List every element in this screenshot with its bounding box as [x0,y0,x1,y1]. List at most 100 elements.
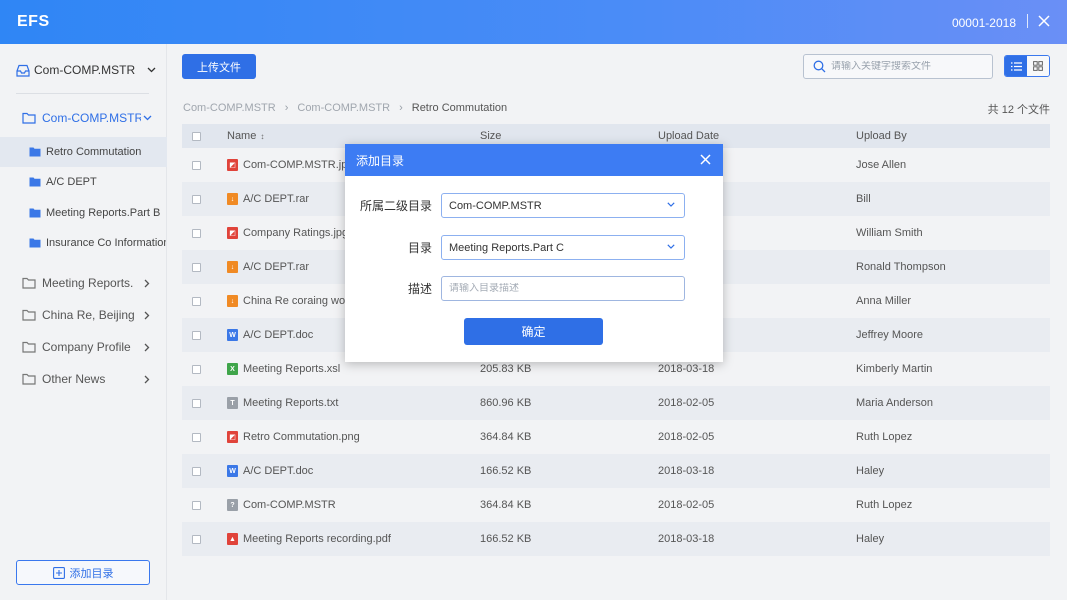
confirm-button[interactable]: 确定 [464,318,603,345]
cell-date: 2018-02-05 [658,499,715,511]
sidebar-sub-item-ac-dept[interactable]: A/C DEPT [0,167,167,197]
list-view-icon[interactable] [1005,56,1027,76]
row-checkbox[interactable] [192,296,201,306]
sidebar-sub-item-retro-commutation[interactable]: Retro Commutation [0,137,167,167]
column-date: Upload Date [658,130,720,142]
breadcrumb-item[interactable]: Com-COMP.MSTR [183,102,276,114]
sidebar-folder-label: China Re, Beijing [42,308,135,322]
cell-uploader: Haley [856,465,885,477]
file-name[interactable]: A/C DEPT.rar [243,261,309,273]
grid-view-icon[interactable] [1027,56,1049,76]
file-name[interactable]: China Re coraing wor [243,295,349,307]
row-checkbox[interactable] [192,330,201,340]
file-name[interactable]: Meeting Reports.txt [243,397,338,409]
search-input[interactable] [831,61,986,72]
cell-date: 2018-03-18 [658,363,715,375]
breadcrumb-item[interactable]: Com-COMP.MSTR [297,102,390,114]
folder-icon [29,147,41,157]
row-checkbox[interactable] [192,398,201,408]
select-all-checkbox[interactable] [192,131,201,141]
file-name[interactable]: Com-COMP.MSTR.jpg [243,159,353,171]
table-row[interactable]: ▲ Meeting Reports recording.pdf 166.52 KB 2… [182,522,1050,556]
view-toggle [1004,55,1050,77]
add-directory-label: 添加目录 [69,567,114,580]
cell-size: 364.84 KB [480,431,532,443]
rar-file-icon: ↓ [227,193,238,205]
row-checkbox[interactable] [192,364,201,374]
table-row[interactable]: T Meeting Reports.txt 860.96 KB 2018-02-05 M… [182,386,1050,420]
file-name[interactable]: Company Ratings.jpg [243,227,348,239]
add-directory-dialog: 添加目录 所属二级目录 Com-COMP.MSTR 目录 Meeting Rep… [345,144,723,362]
column-size: Size [480,130,502,142]
row-checkbox[interactable] [192,262,201,272]
pdf-file-icon: ▲ [227,533,238,545]
file-name[interactable]: A/C DEPT.doc [243,465,313,477]
file-name[interactable]: Com-COMP.MSTR [243,499,336,511]
row-checkbox[interactable] [192,228,201,238]
sidebar-folder-other-news[interactable]: Other News [0,364,167,394]
file-name[interactable]: A/C DEPT.doc [243,329,313,341]
file-name[interactable]: Retro Commutation.png [243,431,360,443]
app-logo: EFS [17,13,50,30]
chevron-right-icon [141,279,153,288]
file-name[interactable]: Meeting Reports recording.pdf [243,533,391,545]
cell-date: 2018-03-18 [658,465,715,477]
account-id[interactable]: 00001-2018 [952,16,1016,30]
table-row[interactable]: ? Com-COMP.MSTR 364.84 KB 2018-02-05 Ruth Lo… [182,488,1050,522]
sidebar-sub-item-insurance-co[interactable]: Insurance Co Information [0,228,167,258]
add-directory-button[interactable]: 添加目录 [16,560,150,585]
sidebar-folder-company-profile[interactable]: Company Profile [0,332,167,362]
parent-dir-label: 所属二级目录 [359,199,432,213]
row-checkbox[interactable] [192,466,201,476]
column-name[interactable]: Name ↕ [227,130,480,142]
img-file-icon: ◩ [227,159,238,171]
chevron-right-icon [141,343,153,352]
row-checkbox[interactable] [192,194,201,204]
dialog-header: 添加目录 [345,144,723,176]
sidebar-root-label: Com-COMP.MSTR [34,63,136,77]
row-checkbox[interactable] [192,500,201,510]
cell-size: 364.84 KB [480,499,532,511]
sidebar-root-select[interactable]: Com-COMP.MSTR [16,61,156,79]
cell-uploader: Ruth Lopez [856,499,913,511]
file-name[interactable]: Meeting Reports.xsl [243,363,340,375]
sidebar-sub-item-meeting-reports-b[interactable]: Meeting Reports.Part B [0,198,167,228]
close-icon[interactable] [700,154,711,165]
app-header: EFS 00001-2018 [0,0,1067,44]
xls-file-icon: X [227,363,238,375]
plus-square-icon [52,566,65,579]
row-checkbox[interactable] [192,432,201,442]
dir-label: 目录 [407,241,432,255]
breadcrumb: Com-COMP.MSTR › Com-COMP.MSTR › Retro Co… [183,101,507,115]
folder-icon [29,238,41,248]
desc-input[interactable] [449,283,669,294]
sidebar-folder-meeting-reports[interactable]: Meeting Reports. [0,268,167,298]
cell-uploader: Anna Miller [856,295,912,307]
cell-uploader: Haley [856,533,885,545]
parent-dir-select[interactable]: Com-COMP.MSTR [441,193,685,218]
chevron-right-icon [141,311,153,320]
cell-name: ▲ Meeting Reports recording.pdf [227,533,480,545]
folder-icon [22,112,36,124]
sort-icon[interactable]: ↕ [260,132,264,141]
sidebar-sub-label: Insurance Co Information [46,237,166,249]
file-name[interactable]: A/C DEPT.rar [243,193,309,205]
sidebar-folder-active[interactable]: Com-COMP.MSTR [0,103,167,133]
upload-file-button[interactable]: 上传文件 [182,54,256,79]
row-checkbox[interactable] [192,534,201,544]
cell-size: 166.52 KB [480,533,532,545]
cell-name: ? Com-COMP.MSTR [227,499,480,511]
cell-uploader: Ruth Lopez [856,431,913,443]
sidebar-sub-label: A/C DEPT [46,176,97,188]
close-icon[interactable] [1037,14,1051,28]
rar-file-icon: ↓ [227,261,238,273]
cell-name: X Meeting Reports.xsl [227,363,480,375]
cell-uploader: Ronald Thompson [856,261,946,273]
sidebar-folder-china-re[interactable]: China Re, Beijing [0,300,167,330]
table-row[interactable]: W A/C DEPT.doc 166.52 KB 2018-03-18 Haley [182,454,1050,488]
cell-date: 2018-02-05 [658,431,715,443]
row-checkbox[interactable] [192,160,201,170]
img-file-icon: ◩ [227,431,238,443]
dir-select[interactable]: Meeting Reports.Part C [441,235,685,260]
table-row[interactable]: ◩ Retro Commutation.png 364.84 KB 2018-02-0… [182,420,1050,454]
